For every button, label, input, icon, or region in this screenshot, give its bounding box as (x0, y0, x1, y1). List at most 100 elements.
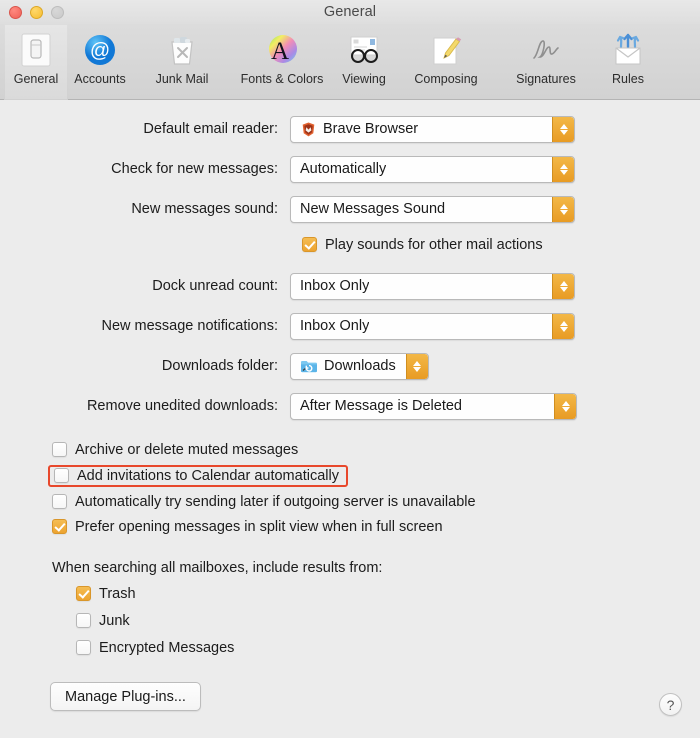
row-new-messages-sound: New messages sound: New Messages Sound (0, 194, 700, 224)
stepper-icon[interactable] (552, 313, 574, 339)
manage-plugins-button[interactable]: Manage Plug-ins... (50, 682, 201, 711)
select-value: New Messages Sound (300, 201, 446, 217)
row-label: Dock unread count: (152, 278, 278, 294)
downloads-folder-select[interactable]: Downloads (290, 352, 429, 380)
toolbar-item-composing[interactable]: Composing (396, 24, 496, 100)
viewing-glasses-icon (343, 29, 385, 71)
checkbox-label: Play sounds for other mail actions (325, 236, 543, 253)
window-title: General (323, 4, 377, 20)
checkbox-label: Trash (99, 585, 136, 602)
stepper-icon[interactable] (405, 353, 428, 379)
checkbox-icon[interactable] (54, 468, 69, 483)
checkbox-label: Automatically try sending later if outgo… (75, 493, 476, 510)
minimize-button-icon[interactable] (30, 6, 43, 19)
toolbar-item-accounts[interactable]: @ Accounts (68, 24, 132, 100)
toolbar-item-general[interactable]: General (4, 24, 68, 100)
new-message-notifications-select[interactable]: Inbox Only (290, 312, 575, 340)
fonts-colors-icon: A (261, 29, 303, 71)
toolbar-item-label: Composing (414, 72, 478, 86)
select-value: Automatically (300, 161, 387, 177)
checkbox-icon[interactable] (76, 640, 91, 655)
select-value: Brave Browser (323, 121, 419, 137)
row-default-email-reader: Default email reader: Brave Browser (0, 114, 700, 144)
checkbox-label: Encrypted Messages (99, 639, 235, 656)
traffic-light-group (9, 6, 64, 19)
signatures-icon (525, 29, 567, 71)
zoom-button-icon[interactable] (51, 6, 64, 19)
select-value: After Message is Deleted (300, 398, 462, 414)
checkbox-label: Archive or delete muted messages (75, 441, 299, 458)
search-scope-section: When searching all mailboxes, include re… (52, 560, 700, 660)
stepper-icon[interactable] (552, 273, 574, 299)
row-dock-unread-count: Dock unread count: Inbox Only (0, 271, 700, 301)
toolbar-item-signatures[interactable]: Signatures (496, 24, 596, 100)
new-messages-sound-select[interactable]: New Messages Sound (290, 195, 575, 223)
highlight-annotation: Add invitations to Calendar automaticall… (48, 464, 348, 487)
checkbox-label: Junk (99, 612, 130, 629)
svg-text:A: A (271, 38, 289, 65)
toolbar-item-label: Viewing (342, 72, 386, 86)
preferences-window: General General @ Accounts Junk Mail A F… (0, 0, 700, 738)
checkbox-label: Prefer opening messages in split view wh… (75, 518, 443, 535)
check-new-messages-select[interactable]: Automatically (290, 155, 575, 183)
preferences-toolbar: General @ Accounts Junk Mail A Fonts & C… (0, 24, 700, 100)
checkbox-icon[interactable] (52, 494, 67, 509)
toolbar-item-label: Fonts & Colors (240, 72, 324, 86)
toolbar-item-label: Junk Mail (155, 72, 209, 86)
svg-text:@: @ (90, 40, 110, 62)
row-label: New message notifications: (101, 318, 279, 334)
select-value: Inbox Only (300, 278, 370, 294)
stepper-icon[interactable] (552, 116, 574, 142)
toolbar-item-fonts-colors[interactable]: A Fonts & Colors (232, 24, 332, 100)
toolbar-item-viewing[interactable]: Viewing (332, 24, 396, 100)
row-remove-unedited-downloads: Remove unedited downloads: After Message… (0, 391, 700, 421)
row-downloads-folder: Downloads folder: Downloads (0, 351, 700, 381)
checkbox-icon[interactable] (76, 586, 91, 601)
row-label: Check for new messages: (111, 161, 278, 177)
default-email-reader-select[interactable]: Brave Browser (290, 115, 575, 143)
checkbox-icon[interactable] (76, 613, 91, 628)
stepper-icon[interactable] (552, 156, 574, 182)
search-scope-encrypted[interactable]: Encrypted Messages (76, 635, 700, 660)
row-new-message-notifications: New message notifications: Inbox Only (0, 311, 700, 341)
title-bar: General (0, 0, 700, 24)
junk-mail-trash-icon (161, 29, 203, 71)
option-prefer-split-view[interactable]: Prefer opening messages in split view wh… (52, 514, 700, 539)
stepper-icon[interactable] (554, 393, 576, 419)
checkbox-icon[interactable] (302, 237, 317, 252)
toolbar-item-rules[interactable]: Rules (596, 24, 660, 100)
rules-envelope-icon (607, 29, 649, 71)
row-label: Downloads folder: (161, 358, 278, 374)
preferences-content: Default email reader: Brave Browser Chec… (0, 100, 700, 738)
remove-unedited-downloads-select[interactable]: After Message is Deleted (290, 392, 577, 420)
accounts-at-icon: @ (79, 29, 121, 71)
play-sounds-checkbox-row[interactable]: Play sounds for other mail actions (302, 232, 700, 257)
checkbox-icon[interactable] (52, 442, 67, 457)
option-auto-try-sending-later[interactable]: Automatically try sending later if outgo… (52, 489, 700, 514)
row-label: New messages sound: (131, 201, 278, 217)
search-scope-junk[interactable]: Junk (76, 608, 700, 633)
dock-unread-count-select[interactable]: Inbox Only (290, 272, 575, 300)
brave-lion-icon (300, 121, 317, 138)
option-add-invitations-to-calendar[interactable]: Add invitations to Calendar automaticall… (48, 463, 700, 488)
toolbar-item-label: General (13, 72, 59, 86)
blue-folder-icon (300, 359, 318, 374)
toolbar-item-junk-mail[interactable]: Junk Mail (132, 24, 232, 100)
row-label: Default email reader: (143, 121, 278, 137)
footer-area: Manage Plug-ins... (50, 682, 700, 711)
search-scope-trash[interactable]: Trash (76, 581, 700, 606)
help-button[interactable]: ? (659, 693, 682, 716)
option-archive-muted-messages[interactable]: Archive or delete muted messages (52, 437, 700, 462)
composing-pencil-icon (425, 29, 467, 71)
close-button-icon[interactable] (9, 6, 22, 19)
general-icon (15, 29, 57, 71)
row-label: Remove unedited downloads: (86, 398, 278, 414)
row-check-new-messages: Check for new messages: Automatically (0, 154, 700, 184)
checkbox-icon[interactable] (52, 519, 67, 534)
select-value: Downloads (324, 358, 396, 374)
options-group: Archive or delete muted messages Add inv… (48, 437, 700, 539)
select-value: Inbox Only (300, 318, 370, 334)
stepper-icon[interactable] (552, 196, 574, 222)
toolbar-item-label: Accounts (74, 72, 126, 86)
toolbar-item-label: Rules (612, 72, 644, 86)
